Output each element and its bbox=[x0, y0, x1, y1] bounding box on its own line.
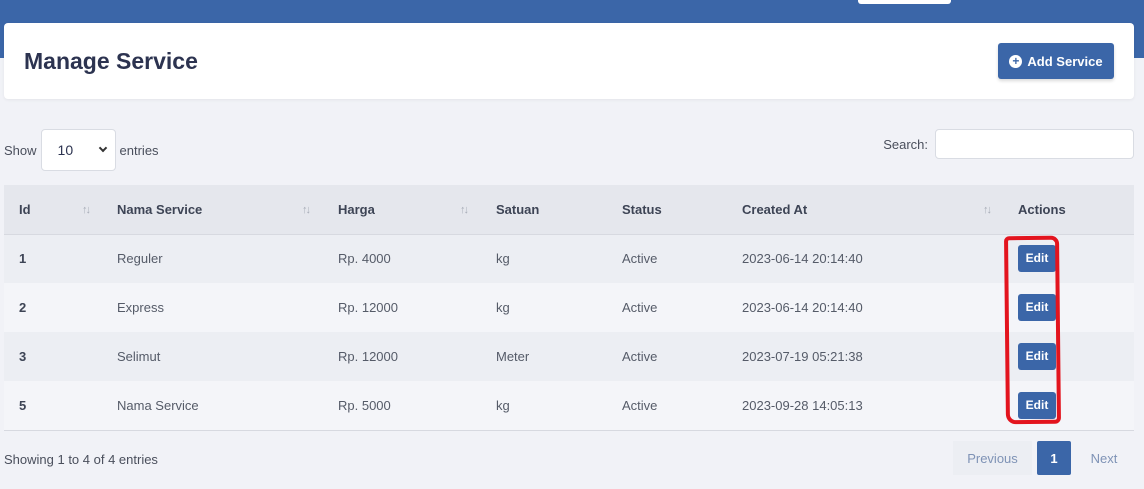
plus-circle-icon: + bbox=[1009, 54, 1023, 68]
table-row: 1 Reguler Rp. 4000 kg Active 2023-06-14 … bbox=[4, 234, 1134, 283]
column-header-actions: Actions bbox=[1003, 185, 1134, 235]
add-service-label: Add Service bbox=[1027, 53, 1103, 69]
edit-button[interactable]: Edit bbox=[1018, 294, 1056, 321]
cell-satuan: kg bbox=[496, 300, 510, 315]
cell-nama: Express bbox=[117, 300, 164, 315]
cell-nama: Nama Service bbox=[102, 381, 323, 431]
entries-select[interactable]: 10 bbox=[40, 129, 116, 171]
sort-icon: ↑↓ bbox=[82, 204, 91, 216]
column-header-id[interactable]: Id ↑↓ bbox=[4, 185, 102, 235]
sort-icon: ↑↓ bbox=[302, 204, 311, 216]
search-control: Search: bbox=[883, 129, 1134, 159]
cell-nama: Reguler bbox=[117, 251, 163, 267]
cell-actions: Edit bbox=[1003, 234, 1134, 283]
search-input[interactable] bbox=[935, 129, 1134, 159]
column-header-status-label: Status bbox=[622, 201, 662, 217]
cell-created: 2023-07-19 05:21:38 bbox=[742, 349, 863, 364]
navbar-tab[interactable] bbox=[858, 0, 951, 4]
column-header-harga-label: Harga bbox=[338, 201, 375, 217]
sort-icon: ↑↓ bbox=[983, 204, 992, 216]
cell-harga: Rp. 4000 bbox=[338, 251, 391, 267]
cell-id: 5 bbox=[4, 381, 102, 431]
entries-length-control: Show 10 entries bbox=[4, 129, 159, 171]
column-header-nama-label: Nama Service bbox=[117, 201, 203, 217]
cell-harga: Rp. 12000 bbox=[338, 300, 398, 315]
cell-status: Active bbox=[607, 381, 727, 431]
pagination: Previous 1 Next bbox=[953, 441, 1137, 475]
cell-harga: Rp. 12000 bbox=[338, 349, 398, 364]
search-label: Search: bbox=[883, 136, 928, 152]
column-header-actions-label: Actions bbox=[1018, 201, 1066, 217]
cell-satuan: kg bbox=[481, 381, 607, 431]
cell-id: 3 bbox=[19, 349, 27, 364]
cell-harga: Rp. 5000 bbox=[323, 381, 481, 431]
page-title: Manage Service bbox=[24, 48, 198, 74]
column-header-created[interactable]: Created At ↑↓ bbox=[727, 185, 1003, 235]
show-label: Show bbox=[4, 142, 37, 158]
edit-button[interactable]: Edit bbox=[1018, 245, 1056, 273]
table-header-row: Id ↑↓ Nama Service ↑↓ Harga ↑↓ Satuan St… bbox=[4, 185, 1134, 235]
edit-button[interactable]: Edit bbox=[1018, 343, 1056, 370]
cell-actions: Edit bbox=[1003, 283, 1134, 332]
cell-actions: Edit bbox=[1003, 332, 1134, 381]
entries-select-value: 10 bbox=[57, 142, 74, 158]
cell-status: Active bbox=[622, 349, 658, 364]
cell-status: Active bbox=[622, 300, 658, 315]
column-header-status[interactable]: Status bbox=[607, 185, 727, 235]
table-row: 2 Express Rp. 12000 kg Active 2023-06-14… bbox=[4, 283, 1134, 332]
column-header-created-label: Created At bbox=[742, 201, 808, 217]
services-table: Id ↑↓ Nama Service ↑↓ Harga ↑↓ Satuan St… bbox=[4, 185, 1134, 431]
column-header-satuan[interactable]: Satuan bbox=[481, 185, 607, 235]
cell-satuan: Meter bbox=[496, 349, 530, 364]
cell-satuan: kg bbox=[496, 251, 510, 267]
edit-button[interactable]: Edit bbox=[1018, 391, 1056, 419]
cell-status: Active bbox=[622, 251, 658, 267]
add-service-button[interactable]: + Add Service bbox=[998, 43, 1114, 79]
pagination-previous[interactable]: Previous bbox=[953, 441, 1032, 475]
sort-icon: ↑↓ bbox=[460, 204, 469, 216]
entries-label: entries bbox=[119, 142, 159, 158]
chevron-down-icon bbox=[98, 143, 107, 153]
cell-created: 2023-06-14 20:14:40 bbox=[742, 300, 863, 315]
page-header-card: Manage Service + Add Service bbox=[4, 23, 1134, 99]
table-info: Showing 1 to 4 of 4 entries bbox=[4, 452, 158, 467]
pagination-page-1[interactable]: 1 bbox=[1037, 441, 1071, 475]
cell-nama: Selimut bbox=[117, 349, 161, 364]
pagination-next[interactable]: Next bbox=[1071, 441, 1137, 475]
column-header-satuan-label: Satuan bbox=[496, 201, 540, 217]
table-row: 5 Nama Service Rp. 5000 kg Active 2023-0… bbox=[4, 381, 1134, 431]
cell-created: 2023-06-14 20:14:40 bbox=[742, 251, 863, 267]
column-header-nama[interactable]: Nama Service ↑↓ bbox=[102, 185, 323, 235]
cell-actions: Edit bbox=[1003, 381, 1134, 431]
column-header-id-label: Id bbox=[19, 201, 31, 217]
cell-id: 2 bbox=[19, 300, 27, 315]
cell-id: 1 bbox=[19, 251, 27, 267]
cell-created: 2023-09-28 14:05:13 bbox=[727, 381, 1003, 431]
table-row: 3 Selimut Rp. 12000 Meter Active 2023-07… bbox=[4, 332, 1134, 381]
column-header-harga[interactable]: Harga ↑↓ bbox=[323, 185, 481, 235]
